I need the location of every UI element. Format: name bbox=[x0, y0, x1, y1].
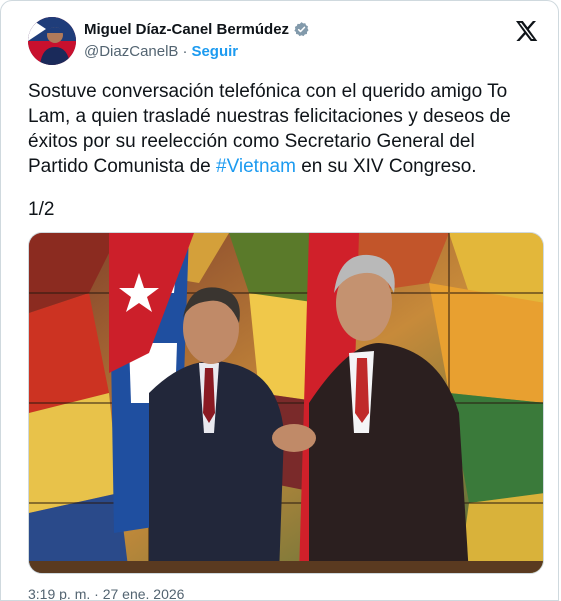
avatar-image bbox=[28, 17, 76, 65]
post-timestamp[interactable]: 3:19 p. m. · 27 ene. 2026 bbox=[28, 586, 184, 600]
handshake-photo bbox=[29, 233, 543, 573]
post-text-after: en su XIV Congreso. bbox=[295, 156, 477, 177]
verified-badge-icon bbox=[294, 22, 309, 37]
handle-row: @DiazCanelB · Seguir bbox=[84, 43, 238, 60]
post-text: Sostuve conversación telefónica con el q… bbox=[28, 79, 538, 179]
thread-counter: 1/2 bbox=[28, 199, 55, 220]
post-photo[interactable] bbox=[28, 232, 544, 574]
author-name-row: Miguel Díaz-Canel Bermúdez bbox=[84, 21, 310, 38]
x-logo-icon[interactable] bbox=[514, 19, 538, 43]
hashtag-link[interactable]: #Vietnam bbox=[216, 156, 296, 177]
handshake bbox=[272, 424, 316, 452]
separator-dot: · bbox=[182, 43, 188, 60]
avatar[interactable] bbox=[28, 17, 76, 65]
post-header: Miguel Díaz-Canel Bermúdez @DiazCanelB ·… bbox=[28, 17, 542, 67]
post-card: Miguel Díaz-Canel Bermúdez @DiazCanelB ·… bbox=[0, 0, 559, 601]
author-handle[interactable]: @DiazCanelB bbox=[84, 43, 178, 60]
follow-button[interactable]: Seguir bbox=[191, 43, 238, 60]
author-name[interactable]: Miguel Díaz-Canel Bermúdez bbox=[84, 21, 289, 38]
